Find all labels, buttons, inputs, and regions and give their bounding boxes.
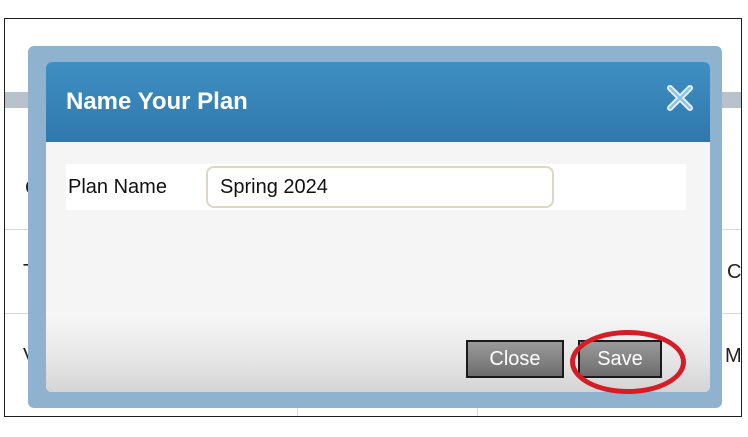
plan-name-row: Plan Name [66,164,686,210]
background-top [5,19,741,49]
dialog-titlebar: Name Your Plan [46,62,710,142]
close-x-icon[interactable] [664,82,696,114]
dialog-title: Name Your Plan [66,88,248,115]
plan-name-input[interactable] [206,166,554,208]
background-text: C [727,261,742,283]
close-button[interactable]: Close [466,340,564,378]
save-highlight-circle [570,330,686,394]
plan-name-label: Plan Name [68,176,167,198]
background-text: M [725,345,742,367]
